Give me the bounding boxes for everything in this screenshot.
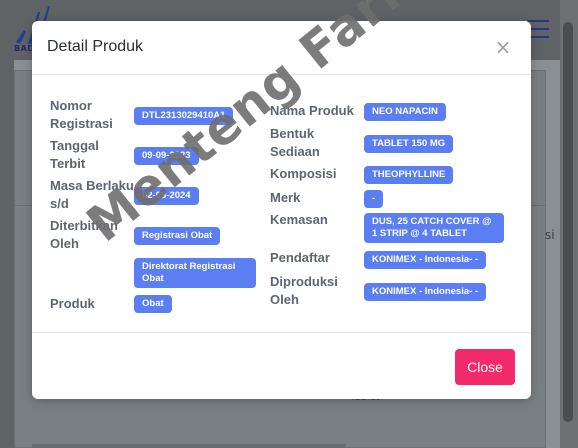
label-masa-berlaku: Masa Berlaku s/d <box>50 178 134 211</box>
badge-merk: - <box>364 190 384 208</box>
label-bentuk-sediaan: Bentuk Sediaan <box>270 126 320 159</box>
badge-tanggal-terbit: 09-09-2023 <box>134 147 199 165</box>
close-button[interactable]: Close <box>455 349 515 385</box>
modal-header: Detail Produk × <box>32 21 531 75</box>
badge-kemasan: DUS, 25 CATCH COVER @ 1 STRIP @ 4 TABLET <box>364 213 504 243</box>
horizontal-scrollbar[interactable] <box>32 444 346 448</box>
label-tanggal-terbit: Tanggal Terbit <box>50 138 99 171</box>
badge-komposisi: THEOPHYLLINE <box>364 166 454 184</box>
label-pendaftar: Pendaftar <box>270 250 330 265</box>
label-produk: Produk <box>50 296 95 311</box>
badge-bentuk-sediaan: TABLET 150 MG <box>364 135 454 153</box>
modal-footer: Close <box>32 332 531 399</box>
badge-produk: Obat <box>134 295 172 313</box>
label-diterbitkan-oleh: Diterbitkan Oleh <box>50 218 118 251</box>
label-nomor-registrasi: Nomor Registrasi <box>50 98 113 131</box>
badge-nama-produk: NEO NAPACIN <box>364 103 446 121</box>
badge-nomor-registrasi: DTL2313029410A1 <box>134 107 234 125</box>
label-nama-produk: Nama Produk <box>270 103 354 118</box>
close-icon[interactable]: × <box>494 37 512 57</box>
badge-pendaftar: KONIMEX - Indonesia- - <box>364 251 487 269</box>
background-left-band <box>0 60 14 448</box>
badge-direktorat: Direktorat Registrasi Obat <box>134 258 256 288</box>
label-komposisi: Komposisi <box>270 166 337 181</box>
badge-diproduksi-oleh: KONIMEX - Indonesia- - <box>364 283 487 301</box>
product-detail-modal: Detail Produk × Nomor Registrasi DTL2313… <box>32 21 531 399</box>
badge-registrasi-obat: Registrasi Obat <box>134 227 221 245</box>
vertical-scrollbar-thumb[interactable] <box>563 22 573 422</box>
modal-title: Detail Produk <box>47 38 144 55</box>
label-merk: Merk <box>270 190 301 205</box>
badge-masa-berlaku: 02-06-2024 <box>134 187 199 205</box>
label-diproduksi-oleh: Diproduksi Oleh <box>270 274 338 307</box>
label-kemasan: Kemasan <box>270 212 328 227</box>
background-text: si <box>545 228 555 242</box>
